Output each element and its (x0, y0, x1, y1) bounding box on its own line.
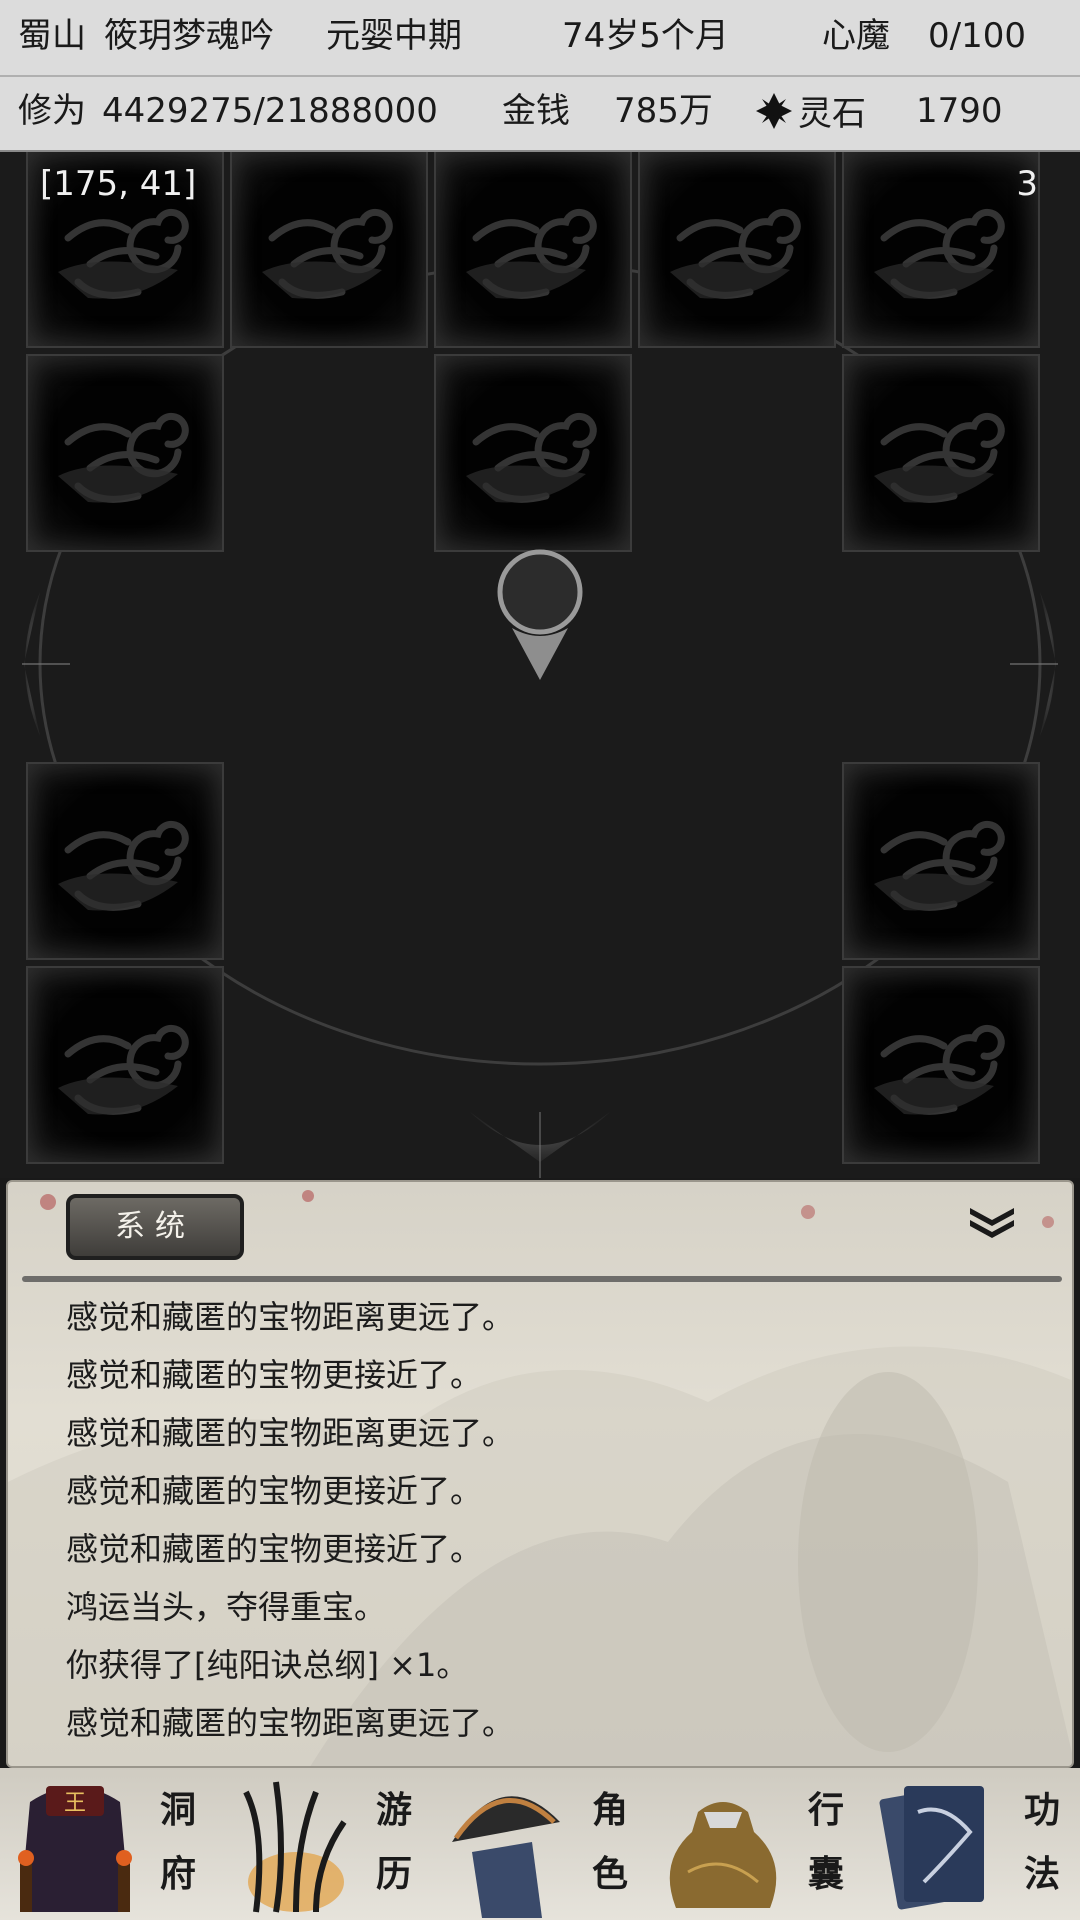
straw-hat-character-icon (452, 1796, 560, 1918)
nav-cave-label-bottom: 府 (159, 1853, 196, 1895)
map-counter: 3 (1016, 164, 1038, 204)
fog-tile[interactable] (842, 354, 1040, 552)
nav-inventory-label-bottom: 囊 (807, 1853, 844, 1895)
cloud-swirl-icon (466, 412, 597, 503)
nav-character-label-bottom: 色 (591, 1853, 628, 1895)
log-message-list: 感觉和藏匿的宝物距离更远了。 感觉和藏匿的宝物更接近了。 感觉和藏匿的宝物距离更… (66, 1288, 514, 1752)
inner-demon-label: 心魔 (822, 16, 890, 56)
log-message: 你获得了[纯阳诀总纲] ×1。 (66, 1646, 469, 1684)
fog-tile[interactable] (842, 966, 1040, 1164)
inner-demon-value: 0/100 (928, 16, 1026, 56)
nav-character[interactable]: 角 色 (432, 1768, 648, 1920)
cloud-swirl-icon (874, 1024, 1005, 1115)
collapse-chevron-icon[interactable] (968, 1204, 1016, 1240)
status-row-1: 蜀山 筱玥梦魂吟 元婴中期 74岁5个月 心魔 0/100 (0, 0, 1080, 77)
message-log-panel: 系统 感觉和藏匿的宝物距离更远了。 感觉和藏匿的宝物更接近了。 感觉和藏匿的宝物… (6, 1180, 1074, 1768)
nav-character-label-top: 角 (591, 1789, 628, 1831)
spirit-stone-value: 1790 (916, 91, 1003, 131)
fog-tile[interactable] (26, 762, 224, 960)
fog-tile[interactable] (842, 762, 1040, 960)
money-value: 785万 (614, 91, 713, 131)
fog-tile[interactable] (842, 152, 1040, 348)
cave-dwelling-icon: 王 (18, 1786, 132, 1912)
cloud-swirl-icon (670, 208, 801, 299)
cloud-swirl-icon (874, 208, 1005, 299)
nav-travel-label-bottom: 历 (375, 1853, 412, 1895)
nav-cave-label-top: 洞 (159, 1789, 196, 1831)
cloud-swirl-icon (466, 208, 597, 299)
fog-tile[interactable] (434, 152, 632, 348)
fog-tile[interactable] (230, 152, 428, 348)
map-coordinates: [175, 41] (40, 164, 197, 204)
cloud-swirl-icon (58, 412, 189, 503)
bottom-navigation: 王 洞 府 游 历 角 色 行 囊 功 法 (0, 1768, 1080, 1920)
nav-inventory-label-top: 行 (807, 1789, 844, 1831)
character-age: 74岁5个月 (562, 16, 729, 56)
money-label: 金钱 (502, 91, 570, 131)
nav-techniques-label-top: 功 (1023, 1789, 1060, 1831)
fog-tile[interactable] (638, 152, 836, 348)
cloud-swirl-icon (58, 820, 189, 911)
nav-techniques-label-bottom: 法 (1023, 1853, 1060, 1895)
fog-tile[interactable] (434, 354, 632, 552)
sect-name: 蜀山 (18, 16, 86, 56)
nav-travel-label-top: 游 (375, 1789, 412, 1831)
cultivation-value: 4429275/21888000 (102, 91, 438, 131)
status-row-2: 修为 4429275/21888000 金钱 785万 灵石 1790 (0, 75, 1080, 150)
cloud-swirl-icon (874, 412, 1005, 503)
cultivation-label: 修为 (18, 91, 86, 131)
spirit-stone-icon (756, 93, 792, 129)
cloud-swirl-icon (874, 820, 1005, 911)
log-message: 感觉和藏匿的宝物距离更远了。 (66, 1298, 515, 1336)
cultivation-realm: 元婴中期 (326, 16, 462, 56)
spirit-stone-label: 灵石 (798, 94, 866, 134)
spirit-stone: 灵石 (754, 91, 866, 134)
nav-inventory[interactable]: 行 囊 (648, 1768, 864, 1920)
log-divider (22, 1276, 1062, 1282)
scroll-book-icon (879, 1786, 984, 1910)
log-message: 感觉和藏匿的宝物更接近了。 (66, 1472, 483, 1510)
character-name[interactable]: 筱玥梦魂吟 (104, 16, 274, 56)
player-location-pin-icon[interactable] (490, 548, 590, 684)
svg-text:王: 王 (64, 1791, 86, 1816)
fog-tile[interactable] (26, 354, 224, 552)
cloud-swirl-icon (262, 208, 393, 299)
bag-inventory-icon (669, 1802, 777, 1908)
status-bar: 蜀山 筱玥梦魂吟 元婴中期 74岁5个月 心魔 0/100 修为 4429275… (0, 0, 1080, 152)
cloud-swirl-icon (58, 1024, 189, 1115)
log-message: 感觉和藏匿的宝物距离更远了。 (66, 1414, 515, 1452)
exploration-map[interactable]: [175, 41] 3 (0, 152, 1080, 1178)
fog-tile[interactable] (26, 966, 224, 1164)
log-message: 感觉和藏匿的宝物距离更远了。 (66, 1704, 515, 1742)
nav-techniques[interactable]: 功 法 (864, 1768, 1080, 1920)
log-message: 感觉和藏匿的宝物更接近了。 (66, 1356, 483, 1394)
nav-travel[interactable]: 游 历 (216, 1768, 432, 1920)
log-message: 鸿运当头，夺得重宝。 (66, 1588, 387, 1626)
nav-cave-dwelling[interactable]: 王 洞 府 (0, 1768, 216, 1920)
grass-travel-icon (243, 1781, 347, 1913)
log-message: 感觉和藏匿的宝物更接近了。 (66, 1530, 483, 1568)
tab-system[interactable]: 系统 (66, 1194, 244, 1260)
